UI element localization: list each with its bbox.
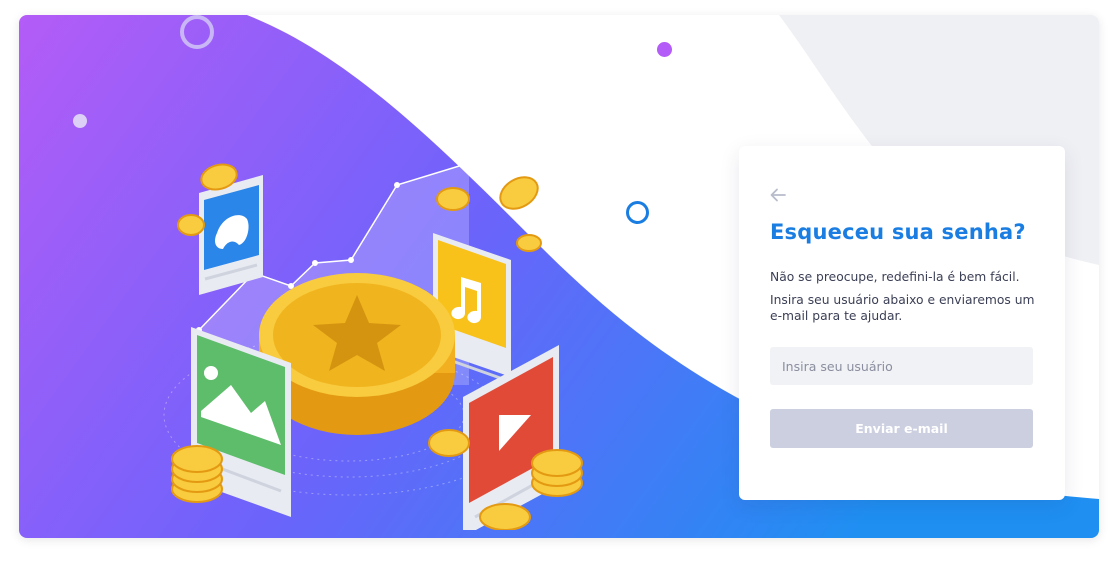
game-controller-icon [199, 175, 263, 295]
reassurance-text: Não se preocupe, redefini-la é bem fácil… [770, 270, 1020, 284]
instruction-text: Insira seu usuário abaixo e enviaremos u… [770, 293, 1035, 323]
decor-dot-light [73, 114, 87, 128]
forgot-password-card: Esqueceu sua senha? Não se preocupe, red… [739, 146, 1065, 500]
decor-ring-purple [180, 15, 214, 49]
username-input[interactable] [770, 347, 1033, 385]
decor-ring-blue [626, 201, 649, 224]
send-email-button[interactable]: Enviar e-mail [770, 409, 1033, 448]
play-icon [463, 345, 559, 530]
page-container: Esqueceu sua senha? Não se preocupe, red… [19, 15, 1099, 538]
page-title: Esqueceu sua senha? [770, 220, 1026, 244]
decor-dot-purple [657, 42, 672, 57]
illustration [163, 160, 583, 530]
arrow-left-icon[interactable] [769, 186, 787, 204]
arrow-left-icon-glyph [770, 188, 786, 202]
